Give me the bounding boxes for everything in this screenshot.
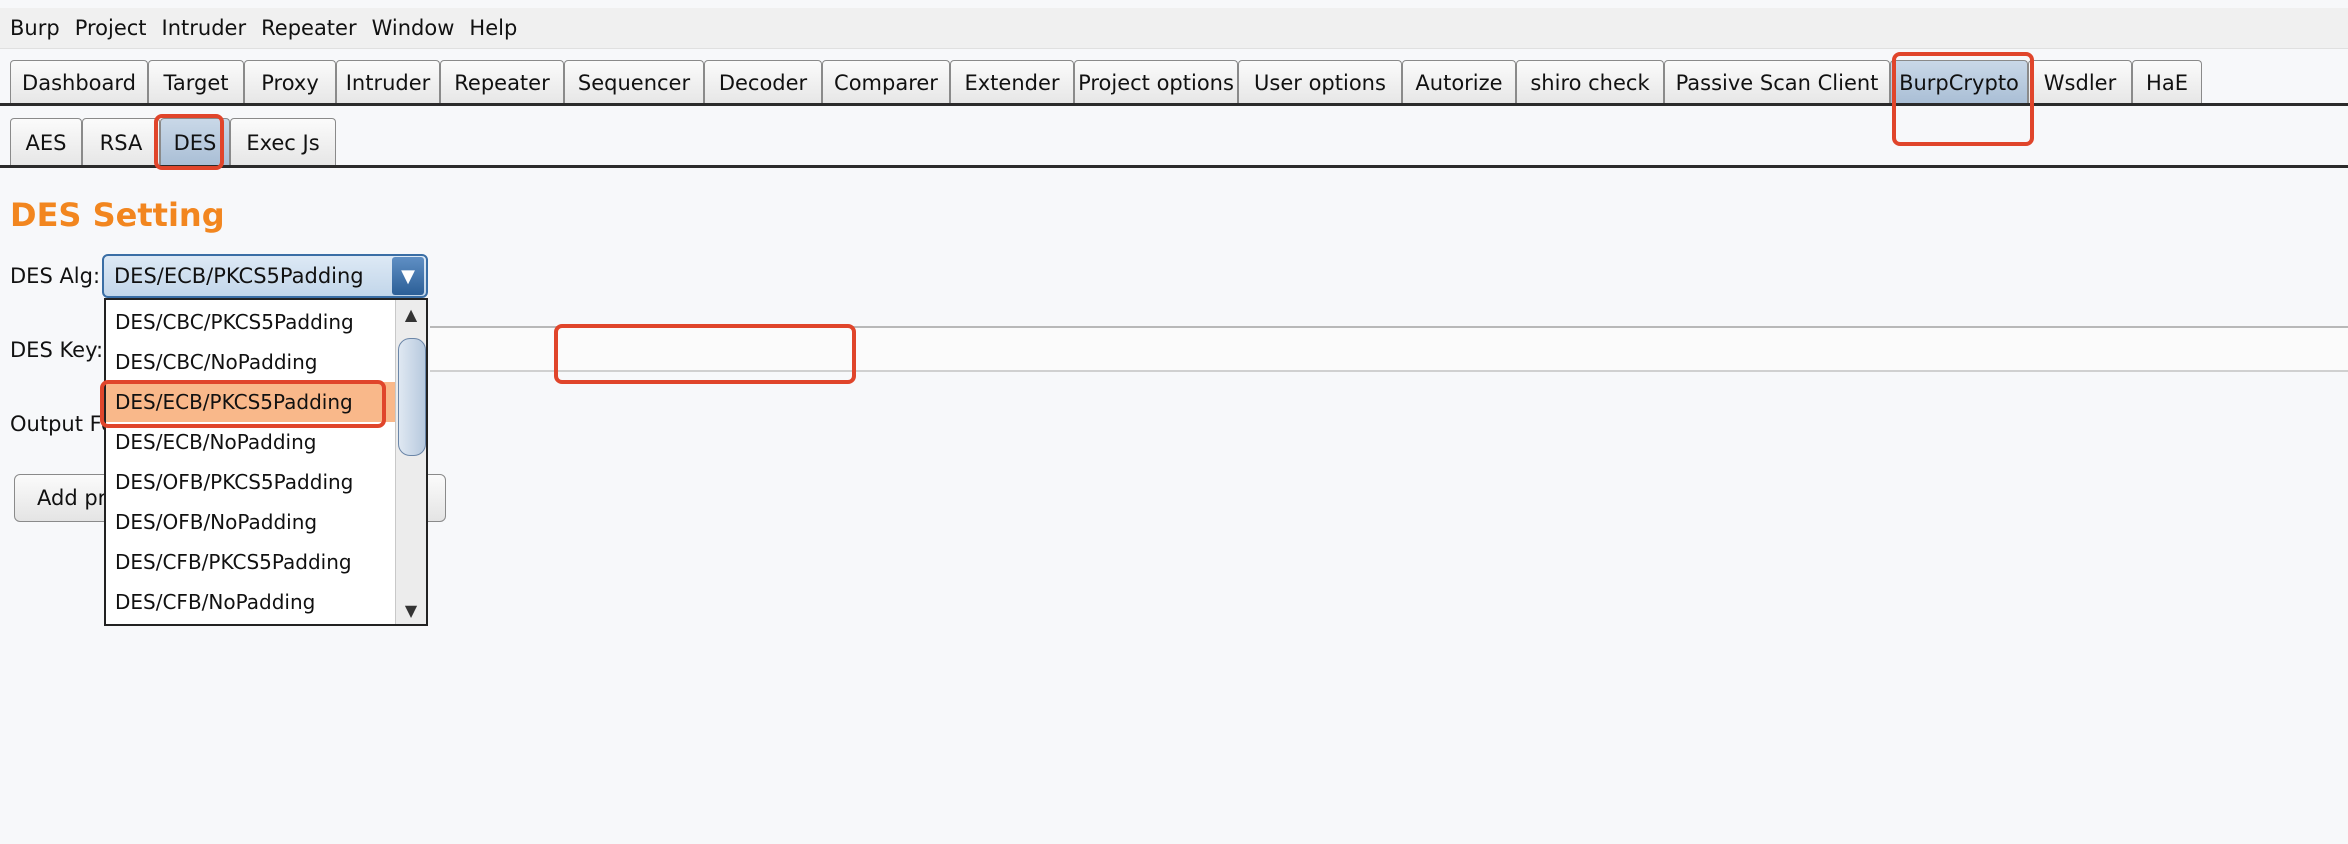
tab-aes[interactable]: AES (10, 118, 82, 166)
tab-dashboard[interactable]: Dashboard (10, 60, 148, 104)
option-des-ecb-pkcs5[interactable]: DES/ECB/PKCS5Padding (106, 382, 396, 422)
tab-user-options[interactable]: User options (1238, 60, 1402, 104)
sub-tab-bar: AES RSA DES Exec Js (0, 108, 2348, 168)
tab-comparer[interactable]: Comparer (822, 60, 950, 104)
output-format-label: Output Fo (10, 412, 114, 436)
tab-repeater[interactable]: Repeater (440, 60, 564, 104)
tab-hae[interactable]: HaE (2132, 60, 2202, 104)
chevron-down-icon[interactable]: ▼ (392, 257, 424, 295)
menu-window[interactable]: Window (362, 16, 460, 40)
des-alg-label: DES Alg: (10, 264, 101, 288)
menu-help[interactable]: Help (459, 16, 522, 40)
tab-target[interactable]: Target (148, 60, 244, 104)
tab-des[interactable]: DES (160, 118, 230, 166)
scroll-down-icon[interactable]: ▼ (396, 596, 426, 624)
tab-shiro-check[interactable]: shiro check (1516, 60, 1664, 104)
option-des-cbc-pkcs5[interactable]: DES/CBC/PKCS5Padding (106, 302, 396, 342)
tab-exec-js[interactable]: Exec Js (230, 118, 336, 166)
tab-wsdler[interactable]: Wsdler (2028, 60, 2132, 104)
tab-rsa[interactable]: RSA (82, 118, 160, 166)
menu-repeater[interactable]: Repeater (251, 16, 361, 40)
des-alg-dropdown-list: DES/CBC/PKCS5Padding DES/CBC/NoPadding D… (104, 298, 428, 626)
menu-project[interactable]: Project (65, 16, 152, 40)
menu-burp[interactable]: Burp (0, 16, 65, 40)
tab-extender[interactable]: Extender (950, 60, 1074, 104)
tab-proxy[interactable]: Proxy (244, 60, 336, 104)
menu-intruder[interactable]: Intruder (152, 16, 252, 40)
des-alg-select[interactable]: DES/ECB/PKCS5Padding ▼ (102, 254, 428, 298)
scroll-up-icon[interactable]: ▲ (396, 300, 426, 328)
scrollbar-thumb[interactable] (398, 338, 426, 456)
tab-passive-scan-client[interactable]: Passive Scan Client (1664, 60, 1890, 104)
des-key-label: DES Key: (10, 338, 104, 362)
tab-bar-divider (0, 103, 2348, 106)
dropdown-scrollbar[interactable]: ▲ ▼ (395, 300, 426, 624)
option-des-cfb-pkcs5[interactable]: DES/CFB/PKCS5Padding (106, 542, 396, 582)
option-des-cfb-nopadding[interactable]: DES/CFB/NoPadding (106, 582, 396, 622)
des-setting-title: DES Setting (10, 196, 225, 234)
tab-intruder[interactable]: Intruder (336, 60, 440, 104)
des-alg-selected-value: DES/ECB/PKCS5Padding (114, 264, 364, 288)
tab-decoder[interactable]: Decoder (704, 60, 822, 104)
main-tab-bar: Dashboard Target Proxy Intruder Repeater… (0, 52, 2348, 106)
sub-tab-bar-divider (0, 165, 2348, 168)
option-des-ecb-nopadding[interactable]: DES/ECB/NoPadding (106, 422, 396, 462)
menu-bar: Burp Project Intruder Repeater Window He… (0, 8, 2348, 49)
tab-burpcrypto[interactable]: BurpCrypto (1890, 60, 2028, 104)
option-des-ofb-nopadding[interactable]: DES/OFB/NoPadding (106, 502, 396, 542)
tab-sequencer[interactable]: Sequencer (564, 60, 704, 104)
option-des-ofb-pkcs5[interactable]: DES/OFB/PKCS5Padding (106, 462, 396, 502)
option-des-cbc-nopadding[interactable]: DES/CBC/NoPadding (106, 342, 396, 382)
add-processor-button-label: Add pr (37, 486, 107, 510)
tab-project-options[interactable]: Project options (1074, 60, 1238, 104)
des-key-input[interactable] (430, 326, 2348, 372)
tab-autorize[interactable]: Autorize (1402, 60, 1516, 104)
